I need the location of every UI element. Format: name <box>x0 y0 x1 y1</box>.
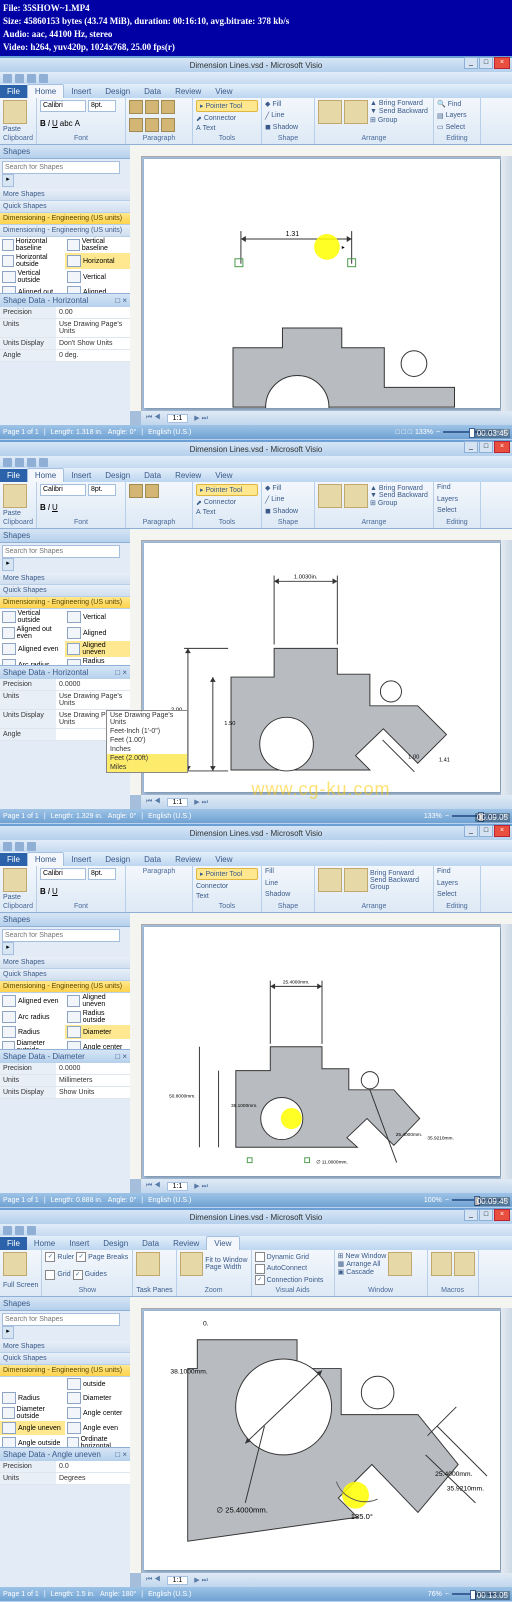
zoom-button[interactable] <box>180 1252 204 1276</box>
shape-data-header: Shape Data - Horizontal <box>3 296 88 305</box>
maximize-button[interactable]: □ <box>479 57 493 69</box>
status-bar: Page 1 of 1|Length: 1.318 in.Angle: 0°|E… <box>0 425 512 439</box>
stencil-list[interactable]: Horizontal baselineVertical baseline Hor… <box>0 237 130 293</box>
more-shapes-bar[interactable]: More Shapes <box>0 189 130 201</box>
taskpanes-button[interactable] <box>136 1252 160 1276</box>
tab-data[interactable]: Data <box>137 85 168 98</box>
svg-text:▸: ▸ <box>342 245 345 251</box>
horizontal-ruler <box>130 145 512 157</box>
tab-file[interactable]: File <box>0 85 27 98</box>
tab-insert[interactable]: Insert <box>64 85 98 98</box>
visio-window-4: Dimension Lines.vsd - Microsoft Visio_□×… <box>0 1208 512 1601</box>
tab-home[interactable]: Home <box>27 84 64 98</box>
font-name-combo[interactable]: Calibri <box>40 100 86 112</box>
svg-text:50.8000mm.: 50.8000mm. <box>169 1093 196 1099</box>
bring-forward-button[interactable]: ▲ Bring Forward <box>370 100 428 107</box>
group-button[interactable]: ⊞ Group <box>370 116 428 124</box>
fullscreen-button[interactable] <box>3 1252 27 1276</box>
tab-review[interactable]: Review <box>168 85 208 98</box>
svg-text:38.1000mm.: 38.1000mm. <box>231 1103 258 1109</box>
paste-button[interactable] <box>3 100 27 124</box>
guides-checkbox[interactable]: ✓ <box>73 1270 83 1280</box>
layers-button[interactable]: ▤ Layers <box>437 112 477 120</box>
visio-window-2: Dimension Lines.vsd - Microsoft Visio_□×… <box>0 440 512 823</box>
text-tool-button[interactable]: A Text <box>196 125 258 132</box>
addons-button[interactable] <box>454 1252 475 1276</box>
minimize-button[interactable]: _ <box>464 57 478 69</box>
search-shapes-input[interactable] <box>2 161 120 174</box>
send-backward-button[interactable]: ▼ Send Backward <box>370 108 428 115</box>
grid-checkbox[interactable] <box>45 1270 55 1280</box>
svg-text:35.9210mm.: 35.9210mm. <box>447 1485 484 1492</box>
svg-text:1.50: 1.50 <box>224 721 235 727</box>
svg-text:0.: 0. <box>203 1320 209 1327</box>
svg-text:∅ 25.4000mm.: ∅ 25.4000mm. <box>216 1505 267 1514</box>
quick-shapes-bar[interactable]: Quick Shapes <box>0 201 130 213</box>
svg-text:∅ 11.0000mm.: ∅ 11.0000mm. <box>316 1160 348 1166</box>
svg-text:35.9210mm.: 35.9210mm. <box>427 1136 454 1142</box>
ruler-checkbox[interactable]: ✓ <box>45 1252 55 1262</box>
visio-window-3: Dimension Lines.vsd - Microsoft Visio_□×… <box>0 824 512 1207</box>
position-button[interactable] <box>344 100 368 124</box>
line-button[interactable]: ╱ Line <box>265 112 311 120</box>
svg-text:38.1000mm.: 38.1000mm. <box>170 1368 207 1375</box>
vertical-scrollbar[interactable] <box>501 156 512 411</box>
svg-text:1.00: 1.00 <box>408 754 419 760</box>
video-info-overlay: File: 35SHOW~1.MP4 Size: 45860153 bytes … <box>0 0 512 56</box>
macros-button[interactable] <box>431 1252 452 1276</box>
svg-text:1.41: 1.41 <box>439 757 450 763</box>
svg-text:1.0030in.: 1.0030in. <box>294 574 318 580</box>
svg-text:1.31: 1.31 <box>286 231 300 238</box>
vertical-ruler <box>130 156 142 411</box>
pagebreaks-checkbox[interactable]: ✓ <box>76 1252 86 1262</box>
search-go-button[interactable]: ▸ <box>2 174 14 187</box>
svg-text:25.4000mm.: 25.4000mm. <box>283 980 310 986</box>
select-button[interactable]: ▭ Select <box>437 123 477 131</box>
switch-windows-button[interactable] <box>388 1252 412 1276</box>
close-button[interactable]: × <box>494 57 510 69</box>
autoalign-button[interactable] <box>318 100 342 124</box>
svg-text:25.4000mm.: 25.4000mm. <box>396 1132 423 1138</box>
window-title: Dimension Lines.vsd - Microsoft Visio <box>190 61 323 70</box>
svg-text:25.4000mm.: 25.4000mm. <box>435 1471 472 1478</box>
connector-tool-button[interactable]: ⬈ Connector <box>196 115 258 123</box>
timecode: 00:03:45 <box>475 429 510 438</box>
fill-button[interactable]: ◆ Fill <box>265 100 311 108</box>
shapes-header: Shapes <box>0 145 130 159</box>
drawing-canvas[interactable]: 1.31 ▸ ⏮ ◀1:1▶ ⏭ <box>130 145 512 425</box>
dimensioning-stencil-bar[interactable]: Dimensioning - Engineering (US units) <box>0 213 130 225</box>
svg-text:135.0°: 135.0° <box>351 1512 373 1521</box>
pointer-tool-button[interactable]: ▸ Pointer Tool <box>196 100 258 112</box>
visio-window-1: Dimension Lines.vsd - Microsoft Visio _□… <box>0 56 512 439</box>
quick-access-toolbar[interactable] <box>0 72 512 84</box>
tab-view[interactable]: View <box>208 85 239 98</box>
tab-design[interactable]: Design <box>98 85 137 98</box>
font-size-combo[interactable]: 8pt. <box>88 100 116 112</box>
units-display-dropdown[interactable]: Use Drawing Page's UnitsFeet-Inch (1'-0"… <box>106 710 188 773</box>
shadow-button[interactable]: ◼ Shadow <box>265 123 311 131</box>
find-button[interactable]: 🔍 Find <box>437 100 477 108</box>
